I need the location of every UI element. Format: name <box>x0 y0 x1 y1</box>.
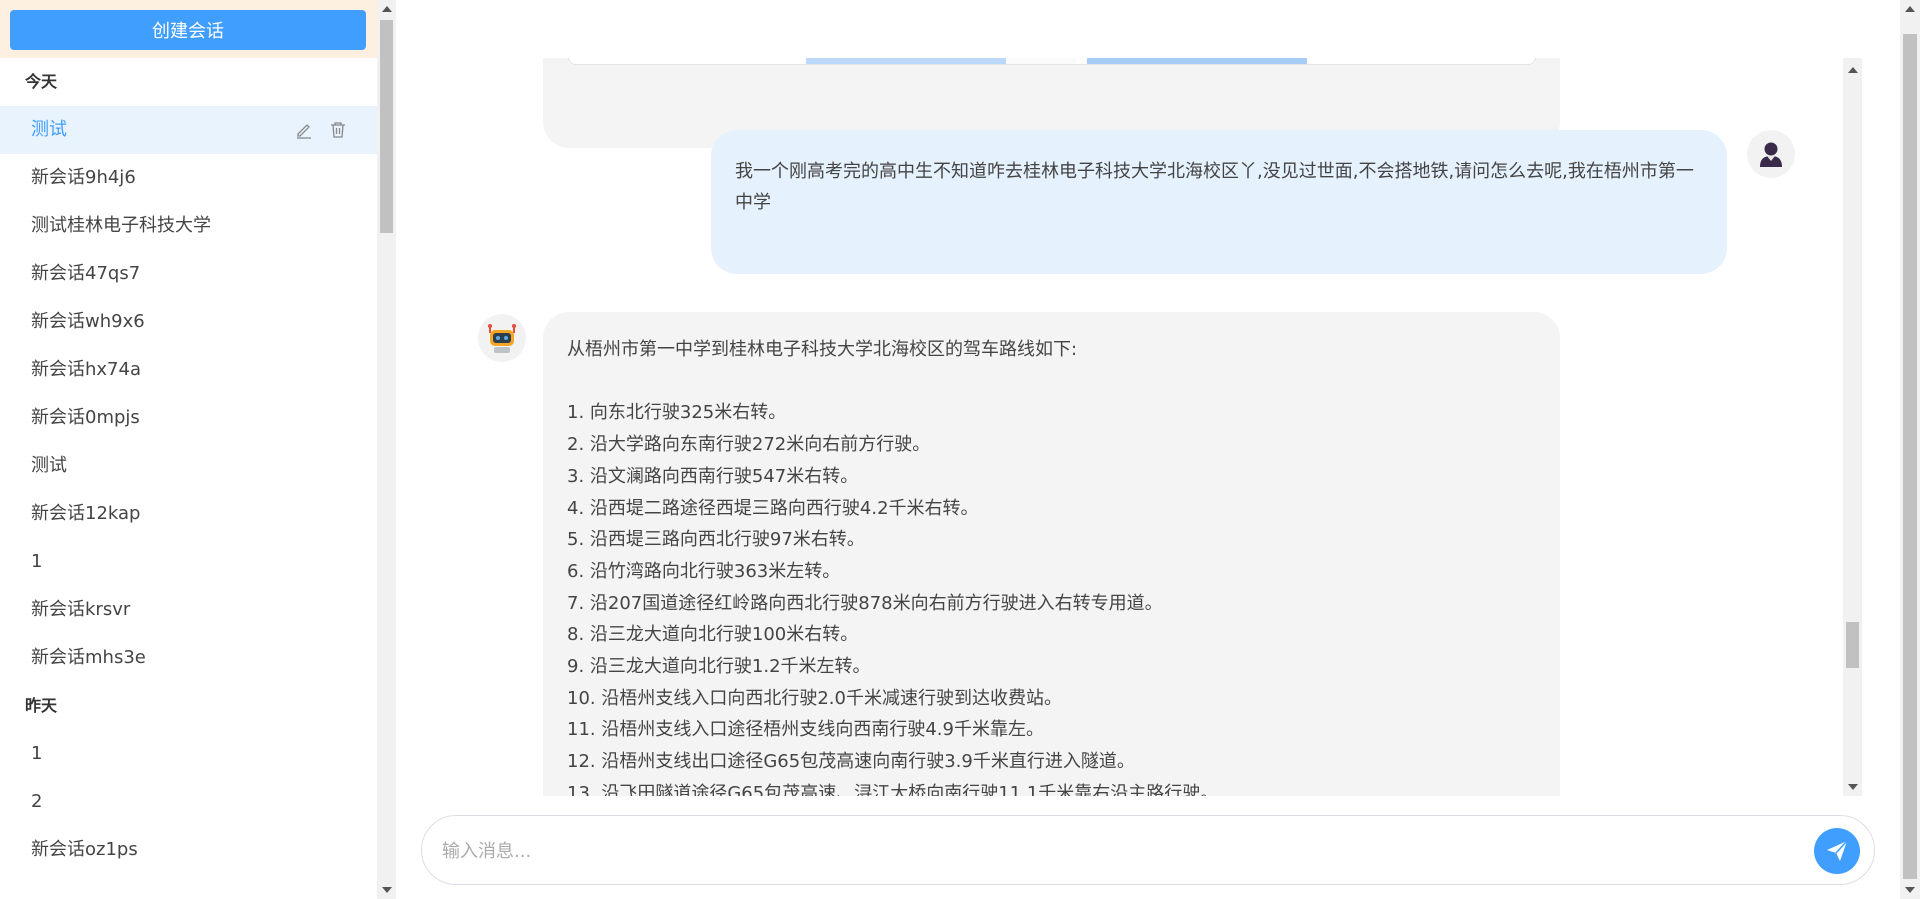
session-item[interactable]: 新会话9h4j6 <box>0 154 377 202</box>
session-item-label: 1 <box>31 743 43 764</box>
scroll-down-arrow-icon[interactable] <box>1848 784 1858 790</box>
edit-icon[interactable] <box>295 121 313 139</box>
session-item[interactable]: 测试桂林电子科技大学 <box>0 202 377 250</box>
scroll-up-arrow-icon[interactable] <box>1905 6 1915 12</box>
route-step: 4. 沿西堤二路途径西堤三路向西行驶4.2千米右转。 <box>567 497 979 519</box>
user-message: 我一个刚高考完的高中生不知道咋去桂林电子科技大学北海校区丫,没见过世面,不会搭地… <box>711 130 1727 274</box>
session-item-label: 新会话9h4j6 <box>31 167 136 188</box>
session-item-label: 新会话krsvr <box>31 599 131 620</box>
session-item-label: 新会话hx74a <box>31 359 141 380</box>
sidebar: 创建会话 今天 测试 新会话9h4j6 测试桂林电子科技大学 新会话47qs7 新会话wh… <box>0 0 396 899</box>
session-item[interactable]: 新会话47qs7 <box>0 250 377 298</box>
session-item-label: 测试 <box>31 119 67 140</box>
session-item[interactable]: 测试 <box>0 106 377 154</box>
scrollbar-thumb[interactable] <box>1846 622 1859 668</box>
bot-message: 从梧州市第一中学到桂林电子科技大学北海校区的驾车路线如下: 1. 向东北行驶32… <box>543 312 1560 796</box>
route-steps: 1. 向东北行驶325米右转。 2. 沿大学路向东南行驶272米向右前方行驶。 3.… <box>567 397 1536 796</box>
session-item[interactable]: 新会话mhs3e <box>0 634 377 682</box>
robot-icon <box>488 324 516 353</box>
user-avatar-icon <box>1760 142 1782 167</box>
session-item-label: 测试 <box>31 455 67 476</box>
page-scrollbar[interactable] <box>1900 0 1920 899</box>
message-image <box>1087 58 1307 64</box>
session-item-label: 新会话oz1ps <box>31 839 138 860</box>
create-session-button[interactable]: 创建会话 <box>10 10 366 50</box>
route-step: 11. 沿梧州支线入口途径梧州支线向西南行驶4.9千米靠左。 <box>567 719 1044 741</box>
session-group-title: 昨天 <box>25 696 58 715</box>
message-image-card <box>568 58 1536 65</box>
session-item[interactable]: 新会话krsvr <box>0 586 377 634</box>
session-item[interactable]: 新会话oz1ps <box>0 826 377 874</box>
session-item-label: 新会话mhs3e <box>31 647 146 668</box>
scrollbar-thumb[interactable] <box>380 20 393 233</box>
session-item[interactable]: 新会话12kap <box>0 490 377 538</box>
scroll-up-arrow-icon[interactable] <box>1848 67 1858 73</box>
send-icon <box>1827 840 1848 861</box>
scroll-down-arrow-icon[interactable] <box>1905 887 1915 893</box>
session-item-label: 新会话0mpjs <box>31 407 140 428</box>
message-input-bar <box>421 815 1875 885</box>
session-group-title: 今天 <box>25 72 58 91</box>
session-item-label: 1 <box>31 551 43 572</box>
sidebar-header: 创建会话 <box>0 0 377 58</box>
session-item-label: 测试桂林电子科技大学 <box>31 215 211 236</box>
message-scrollbar[interactable] <box>1843 58 1862 796</box>
scroll-up-arrow-icon[interactable] <box>382 6 392 12</box>
message-input[interactable] <box>442 831 1742 871</box>
session-item-label: 新会话wh9x6 <box>31 311 145 332</box>
chat-panel: 我一个刚高考完的高中生不知道咋去桂林电子科技大学北海校区丫,没见过世面,不会搭地… <box>397 0 1900 899</box>
scrollbar-thumb[interactable] <box>1903 34 1917 879</box>
trash-icon[interactable] <box>329 121 347 139</box>
session-item[interactable]: 新会话hx74a <box>0 346 377 394</box>
session-item[interactable]: 测试 <box>0 442 377 490</box>
bot-message-intro: 从梧州市第一中学到桂林电子科技大学北海校区的驾车路线如下: <box>567 339 1078 360</box>
route-step: 10. 沿梧州支线入口向西北行驶2.0千米减速行驶到达收费站。 <box>567 687 1062 709</box>
route-step: 1. 向东北行驶325米右转。 <box>567 402 787 424</box>
session-item-label: 2 <box>31 791 43 812</box>
send-button[interactable] <box>1814 828 1860 874</box>
user-avatar <box>1747 130 1795 178</box>
route-step: 9. 沿三龙大道向北行驶1.2千米左转。 <box>567 656 871 678</box>
route-step: 12. 沿梧州支线出口途径G65包茂高速向南行驶3.9千米直行进入隧道。 <box>567 751 1135 773</box>
session-item-label: 新会话12kap <box>31 503 141 524</box>
message-list: 我一个刚高考完的高中生不知道咋去桂林电子科技大学北海校区丫,没见过世面,不会搭地… <box>397 58 1860 796</box>
route-step: 3. 沿文澜路向西南行驶547米右转。 <box>567 465 859 487</box>
scroll-down-arrow-icon[interactable] <box>382 887 392 893</box>
route-step: 7. 沿207国道途径红岭路向西北行驶878米向右前方行驶进入右转专用道。 <box>567 592 1163 614</box>
route-step: 2. 沿大学路向东南行驶272米向右前方行驶。 <box>567 434 931 456</box>
message-image <box>806 58 1006 64</box>
session-item[interactable]: 新会话wh9x6 <box>0 298 377 346</box>
session-item[interactable]: 1 <box>0 538 377 586</box>
session-item[interactable]: 新会话0mpjs <box>0 394 377 442</box>
bot-avatar <box>478 314 526 362</box>
session-item-label: 新会话47qs7 <box>31 263 141 284</box>
session-item[interactable]: 2 <box>0 778 377 826</box>
route-step: 8. 沿三龙大道向北行驶100米右转。 <box>567 624 859 646</box>
route-step: 5. 沿西堤三路向西北行驶97米右转。 <box>567 529 865 551</box>
session-list: 今天 测试 新会话9h4j6 测试桂林电子科技大学 新会话47qs7 新会话wh9x6 新会… <box>0 58 377 899</box>
session-item[interactable]: 1 <box>0 730 377 778</box>
route-step: 13. 沿飞田隧道途径G65包茂高速、浔江大桥向南行驶11.1千米靠右沿主路行驶… <box>567 782 1219 796</box>
sidebar-scrollbar[interactable] <box>377 0 396 899</box>
message-image <box>1006 58 1076 64</box>
route-step: 6. 沿竹湾路向北行驶363米左转。 <box>567 560 841 582</box>
